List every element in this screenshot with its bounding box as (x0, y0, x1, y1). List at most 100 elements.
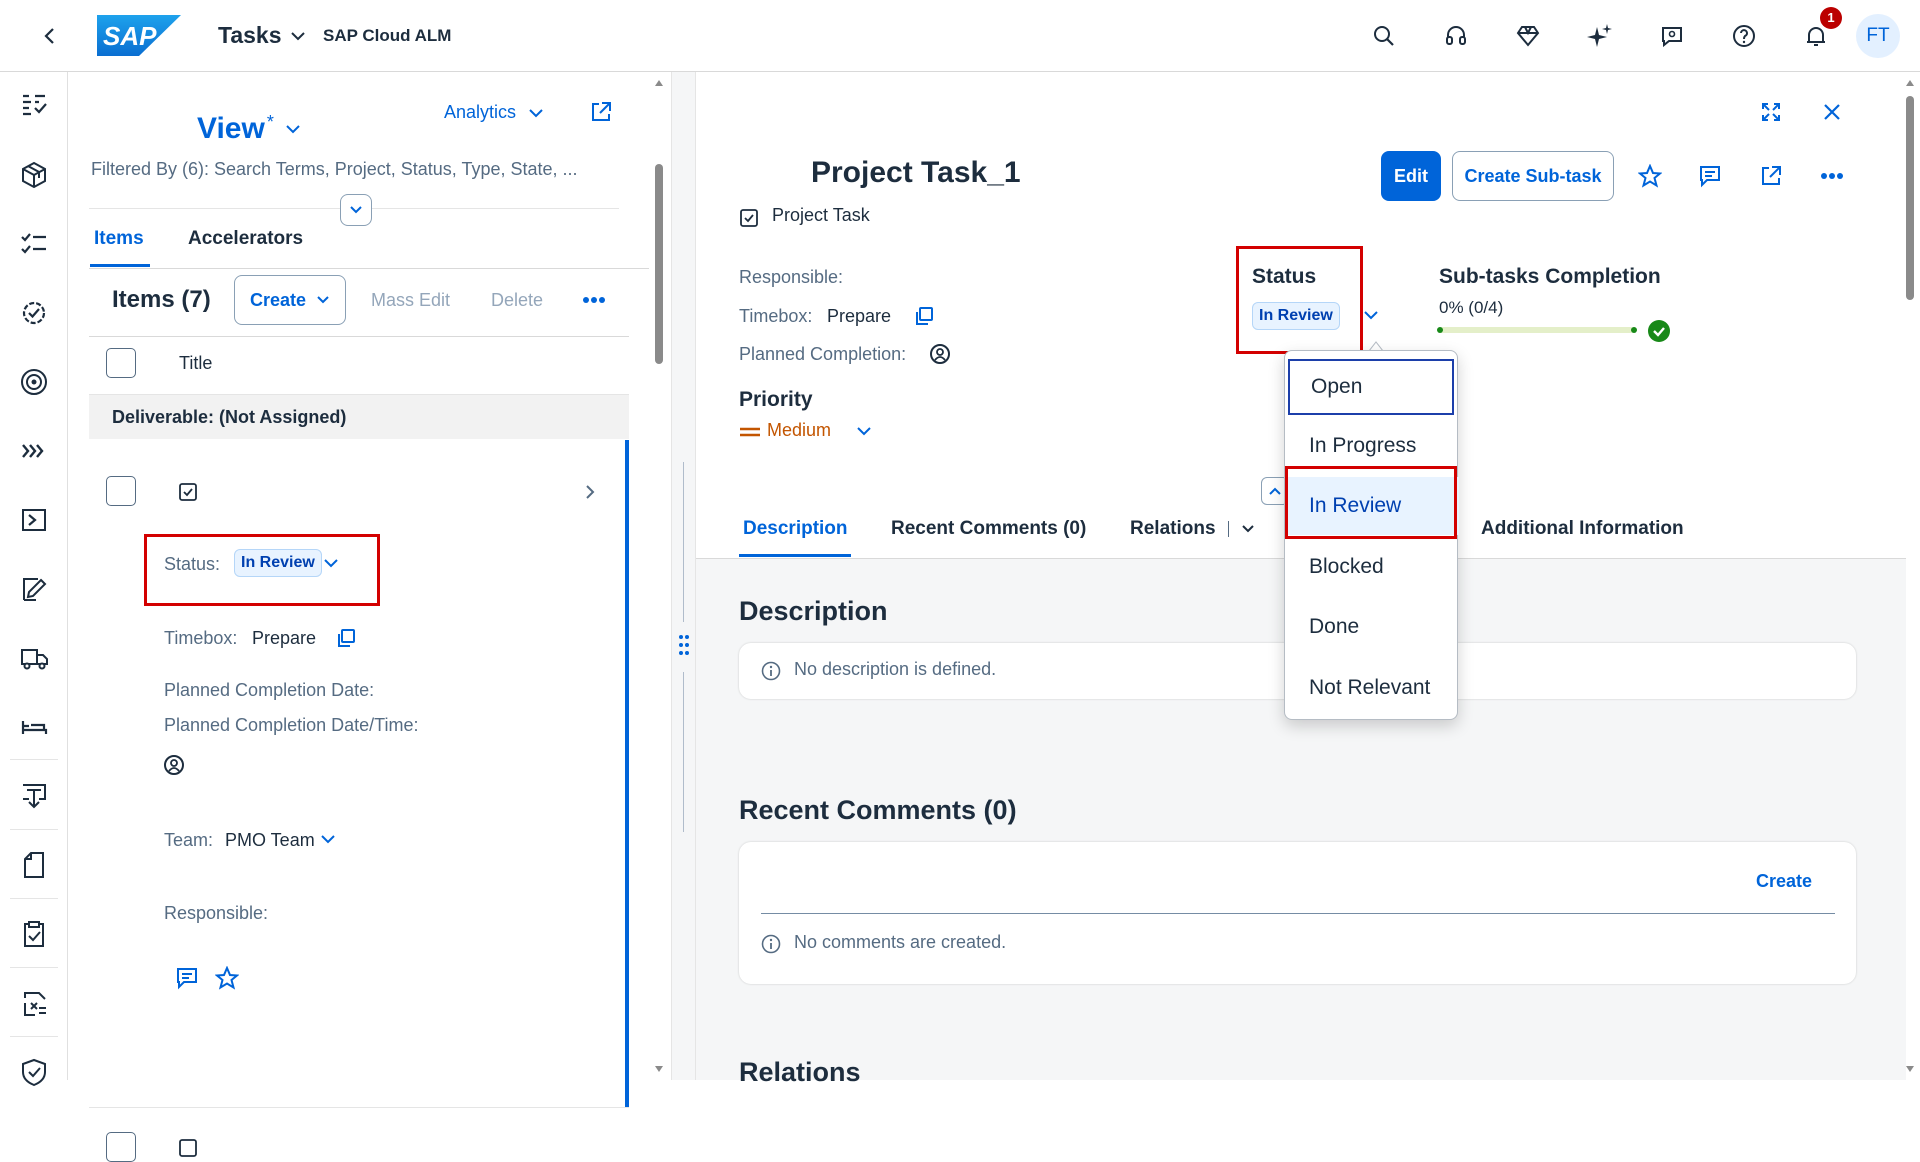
feedback-icon[interactable] (1652, 16, 1692, 56)
create-subtask-button[interactable]: Create Sub-task (1452, 151, 1614, 201)
edit-button[interactable]: Edit (1381, 151, 1441, 201)
scroll-down-arrow[interactable] (1905, 1064, 1915, 1074)
target-icon[interactable] (14, 362, 54, 402)
favorite-star-icon[interactable] (207, 958, 247, 998)
clipboard-x-icon[interactable] (14, 983, 54, 1023)
copy-icon[interactable] (335, 627, 357, 649)
task-icon (739, 208, 759, 228)
comments-card: Create No comments are created. (739, 842, 1856, 984)
subtasks-heading: Sub-tasks Completion (1439, 265, 1661, 288)
tab-description[interactable]: Description (743, 518, 848, 540)
navigate-chevron-icon[interactable] (583, 484, 597, 500)
analytics-label: Analytics (444, 102, 517, 122)
subtasks-value: 0% (0/4) (1439, 298, 1504, 317)
detail-scrollbar-thumb[interactable] (1906, 96, 1914, 300)
scroll-down-arrow[interactable] (654, 1064, 664, 1074)
product-name: SAP Cloud ALM (323, 26, 452, 45)
copy-icon[interactable] (913, 305, 935, 327)
select-all-checkbox[interactable] (106, 348, 136, 378)
overview-icon[interactable] (14, 86, 54, 126)
comment-create-button[interactable]: Create (1756, 871, 1812, 892)
planned-date-label: Planned Completion Date: (164, 680, 375, 700)
back-icon[interactable] (30, 16, 70, 56)
items-count-title: Items (7) (112, 286, 211, 313)
pane-splitter[interactable] (671, 72, 696, 1080)
group-header-label: Deliverable: (Not Assigned) (112, 407, 347, 427)
truck-icon[interactable] (14, 638, 54, 678)
team-dropdown-icon[interactable] (320, 831, 336, 847)
scroll-up-arrow[interactable] (654, 78, 664, 88)
create-label: Create (249, 289, 307, 310)
shield-check-icon[interactable] (14, 1052, 54, 1092)
comment-input-line[interactable] (761, 913, 1835, 914)
item-checkbox[interactable] (106, 476, 136, 506)
logo-text: SAP (103, 21, 157, 51)
comments-heading: Recent Comments (0) (739, 795, 1017, 825)
diamond-icon[interactable] (1508, 16, 1548, 56)
bed-icon[interactable] (14, 707, 54, 747)
collapse-header-button[interactable] (340, 194, 372, 226)
subtasks-progress-bar (1437, 327, 1637, 333)
group-header-row: Deliverable: (Not Assigned) (89, 394, 629, 439)
sap-logo[interactable]: SAP (97, 15, 181, 56)
grip-icon[interactable] (678, 634, 690, 656)
filter-summary[interactable]: Filtered By (6): Search Terms, Project, … (91, 159, 578, 180)
fullscreen-icon[interactable] (1751, 92, 1791, 132)
help-icon[interactable] (1724, 16, 1764, 56)
view-selector[interactable]: View * (197, 112, 302, 146)
tab-items-indicator (90, 264, 150, 267)
object-type: Project Task (772, 205, 870, 225)
document-icon[interactable] (14, 845, 54, 885)
settings-check-icon[interactable] (14, 293, 54, 333)
task-list-icon[interactable] (14, 224, 54, 264)
search-icon[interactable] (1364, 16, 1404, 56)
comments-empty-text: No comments are created. (794, 932, 1007, 952)
overflow-icon[interactable] (574, 280, 614, 320)
chevron-down-icon (350, 206, 362, 214)
timebox-value: Prepare (827, 306, 892, 326)
tab-accelerators[interactable]: Accelerators (188, 228, 303, 250)
tab-relations[interactable]: Relations (1130, 518, 1255, 540)
list-scrollbar-thumb[interactable] (655, 164, 663, 364)
tab-recent-comments[interactable]: Recent Comments (0) (891, 518, 1086, 540)
create-button[interactable]: Create (234, 275, 346, 325)
sign-icon[interactable] (14, 569, 54, 609)
comment-icon[interactable] (1690, 156, 1730, 196)
tab-items[interactable]: Items (94, 228, 144, 250)
comment-icon[interactable] (167, 958, 207, 998)
chevron-up-icon (1269, 487, 1281, 495)
chevron-down-icon (317, 296, 329, 304)
shell-bar: SAP Tasks SAP Cloud ALM 1 FT (0, 0, 1920, 72)
clipboard-check-icon[interactable] (14, 914, 54, 954)
status-dropdown-icon[interactable] (1363, 307, 1379, 323)
mass-edit-button[interactable]: Mass Edit (371, 290, 450, 311)
headset-icon[interactable] (1436, 16, 1476, 56)
favorite-star-icon[interactable] (1630, 156, 1670, 196)
share-icon[interactable] (1751, 156, 1791, 196)
status-option-done[interactable]: Done (1285, 598, 1459, 656)
status-option-open[interactable]: Open (1288, 359, 1454, 415)
chevrons-icon[interactable] (14, 431, 54, 471)
cube-icon[interactable] (14, 155, 54, 195)
status-option-blocked[interactable]: Blocked (1285, 538, 1459, 596)
close-icon[interactable] (1812, 92, 1852, 132)
status-option-not-relevant[interactable]: Not Relevant (1285, 659, 1459, 717)
description-empty-text: No description is defined. (794, 659, 997, 679)
avatar[interactable]: FT (1856, 14, 1900, 58)
timebox-value: Prepare (252, 628, 317, 648)
scroll-up-arrow[interactable] (1905, 78, 1915, 88)
sparkle-icon[interactable] (1580, 16, 1620, 56)
process-icon[interactable] (14, 500, 54, 540)
analytics-menu[interactable]: Analytics (444, 102, 544, 123)
object-title: Project Task_1 (811, 156, 1021, 189)
priority-dropdown-icon[interactable] (856, 423, 872, 439)
share-icon[interactable] (581, 92, 621, 132)
team-label: Team: (164, 830, 214, 850)
item-checkbox[interactable] (106, 1132, 136, 1162)
download-doc-icon[interactable] (14, 776, 54, 816)
priority-value: Medium (767, 420, 832, 440)
tab-additional-information[interactable]: Additional Information (1481, 518, 1684, 540)
overflow-icon[interactable] (1812, 156, 1852, 196)
app-title-menu[interactable]: Tasks (218, 22, 306, 49)
delete-button[interactable]: Delete (491, 290, 543, 311)
